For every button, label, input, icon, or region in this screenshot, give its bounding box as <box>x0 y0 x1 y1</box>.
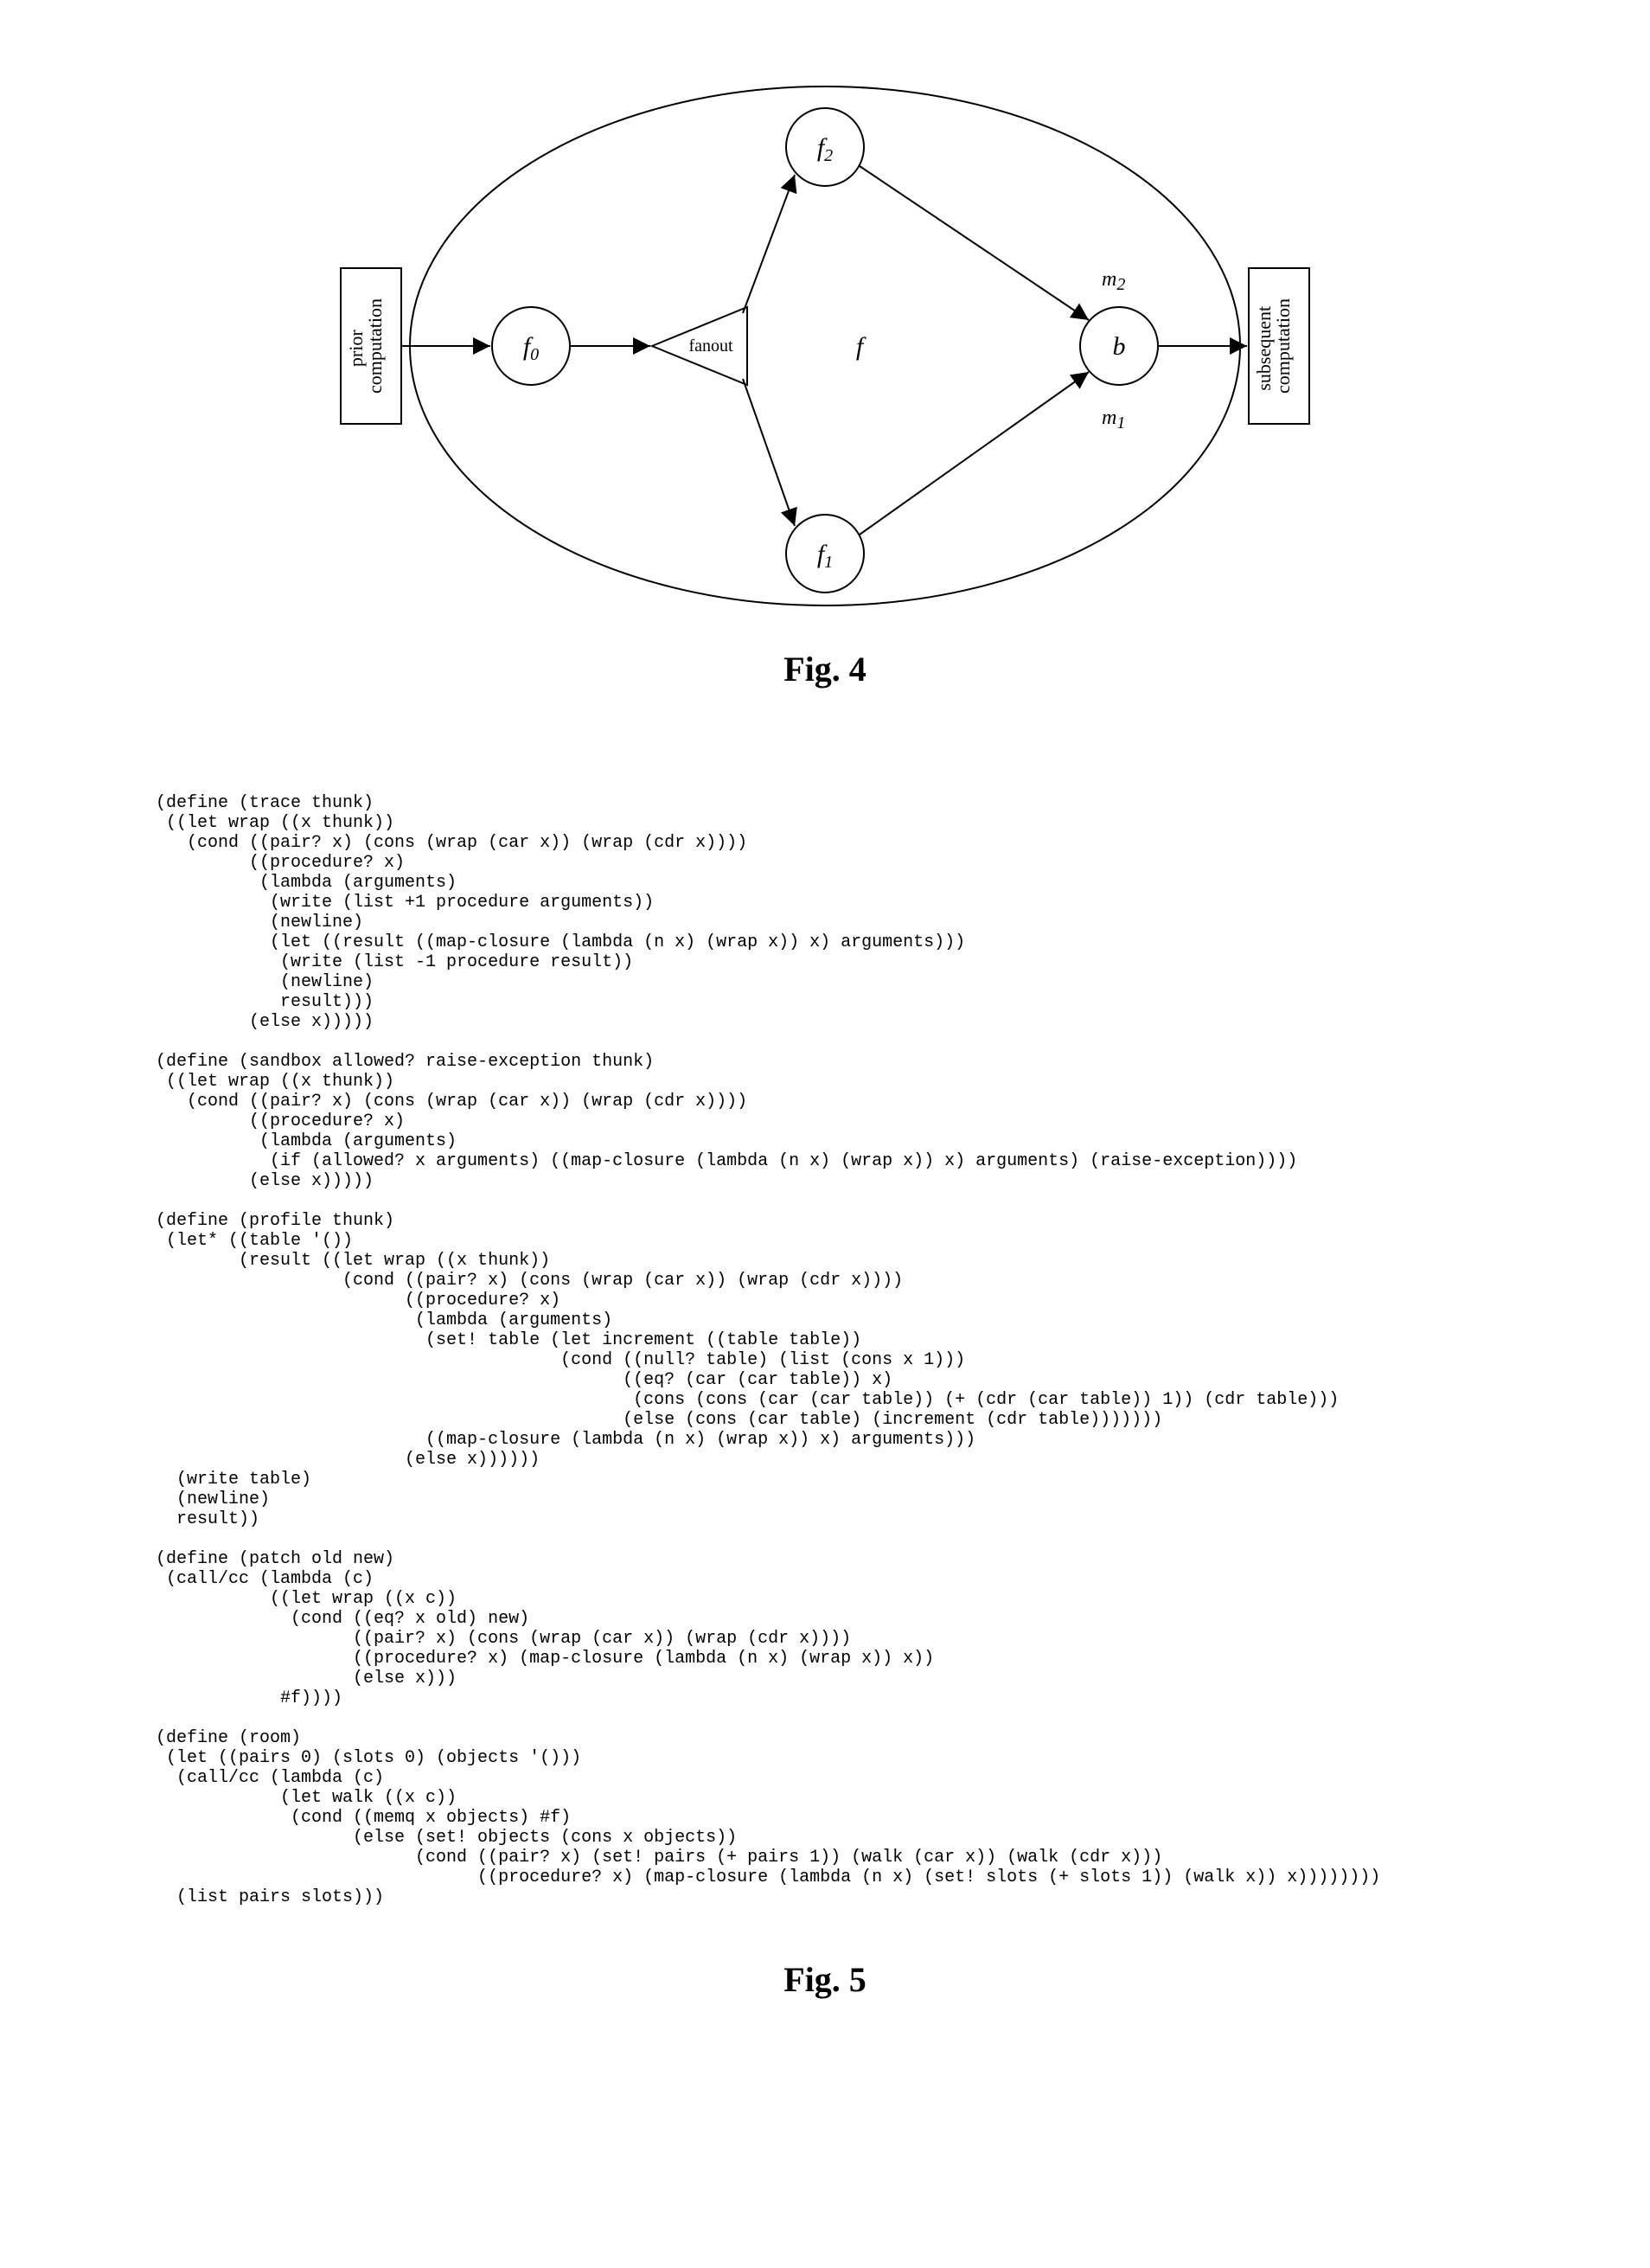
prior-computation-box: prior computation <box>341 268 401 424</box>
svg-text:fanout: fanout <box>688 336 733 356</box>
figure-4-caption: Fig. 4 <box>783 649 867 689</box>
edge-f1-b <box>860 372 1089 535</box>
svg-text:b: b <box>1113 332 1126 361</box>
label-f: f <box>856 332 867 361</box>
label-m1: m1 <box>1102 407 1125 432</box>
node-f2: f2 <box>786 108 864 186</box>
edge-f2-b <box>860 166 1089 320</box>
node-f1: f1 <box>786 515 864 593</box>
svg-text:subsequent computation: subsequent computation <box>1253 298 1294 394</box>
svg-text:prior computation: prior computation <box>345 298 386 394</box>
figure-5: (define (trace thunk) ((let wrap ((x thu… <box>156 793 1494 2000</box>
node-f0: f0 <box>492 307 570 385</box>
edge-fanout-f2 <box>743 175 795 313</box>
label-m2: m2 <box>1102 268 1125 294</box>
node-b: b <box>1080 307 1158 385</box>
figure-4-diagram: prior computation subsequent computation… <box>306 69 1344 623</box>
figure-5-code: (define (trace thunk) ((let wrap ((x thu… <box>156 793 1494 1907</box>
figure-5-caption: Fig. 5 <box>156 1959 1494 2000</box>
figure-4: prior computation subsequent computation… <box>156 69 1494 689</box>
edge-fanout-f1 <box>743 379 795 526</box>
node-fanout: fanout <box>652 307 747 385</box>
subsequent-computation-box: subsequent computation <box>1249 268 1309 424</box>
